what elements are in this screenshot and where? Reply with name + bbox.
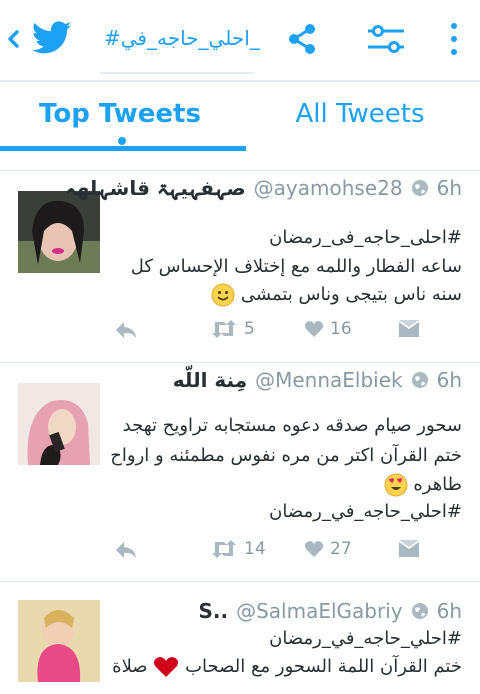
globe-icon <box>411 180 428 196</box>
heart-icon <box>304 541 324 557</box>
heart-icon <box>304 321 324 337</box>
search-query: #احلي_حاجه_في_ <box>104 26 260 50</box>
twitter-bird-icon[interactable] <box>32 20 72 56</box>
tweet-card[interactable]: صہفہيہۃ قاشہلهہ @ayamohse28 6h #احلى_حاج… <box>0 170 480 363</box>
heart-eyes-face-emoji <box>384 473 408 497</box>
retweet-count: 14 <box>244 539 266 559</box>
like-button[interactable]: 16 <box>304 319 352 339</box>
avatar[interactable] <box>18 600 100 682</box>
tweet-hashtag-line[interactable]: #احلي_حاجه_في_رمضان <box>269 501 462 522</box>
like-button[interactable]: 27 <box>304 539 352 559</box>
like-count: 16 <box>330 319 352 339</box>
tweet-timestamp: 6h <box>436 599 462 623</box>
display-name[interactable]: S.. <box>198 599 228 623</box>
user-handle[interactable]: @MennaElbiek <box>255 368 403 392</box>
reply-icon[interactable] <box>114 319 138 341</box>
direct-message-icon[interactable] <box>398 319 420 339</box>
search-field[interactable]: #احلي_حاجه_في_ <box>100 22 260 74</box>
retweet-button[interactable]: 5 <box>210 319 255 339</box>
tweet-timestamp: 6h <box>436 176 462 200</box>
tab-all-tweets[interactable]: All Tweets <box>240 82 480 148</box>
retweet-count: 5 <box>244 319 255 339</box>
filter-sliders-icon[interactable] <box>366 22 406 56</box>
tweet-text-fragment: طاهره <box>413 474 462 495</box>
tweet-text-line: #احلى_حاجه_فى_رمضان <box>269 227 462 248</box>
avatar[interactable] <box>18 383 100 465</box>
user-handle[interactable]: @ayamohse28 <box>254 176 403 200</box>
top-app-bar: #احلي_حاجه_في_ <box>0 0 480 80</box>
tweet-text-fragment: سنه ناس بتيجى وناس بتمشى <box>240 284 462 305</box>
tweet-text-line: طاهره <box>384 473 462 497</box>
display-name[interactable]: صہفہيہۃ قاشہلهہ <box>65 176 246 200</box>
slightly-smiling-face-emoji <box>211 283 235 307</box>
tweet-header: S.. @SalmaElGabriy 6h <box>198 594 462 628</box>
red-heart-emoji <box>154 657 179 677</box>
tweet-hashtag-line[interactable]: #احلي_حاجه_في_رمضان <box>269 628 462 649</box>
reply-icon[interactable] <box>114 539 138 561</box>
tweet-timestamp: 6h <box>436 368 462 392</box>
tweet-card[interactable]: مِنة اللّه @MennaElbiek 6h سحور صيام صدق… <box>0 362 480 581</box>
tweet-header: صہفہيہۃ قاشہلهہ @ayamohse28 6h <box>65 171 462 205</box>
tweet-text-line: ساعه الفطار واللمه مع إختلاف الإحساس كل <box>130 256 462 277</box>
tweet-text-line: ختم القرآن اكتر من مره نفوس مطمئنه و ارو… <box>110 445 462 466</box>
retweet-icon <box>212 540 236 558</box>
globe-icon <box>411 603 428 619</box>
tweet-text-fragment: ختم القرآن اللمة السحور مع الصحاب <box>185 656 462 677</box>
share-icon[interactable] <box>286 22 318 56</box>
tweet-actions: 14 27 <box>0 539 480 569</box>
chevron-left-icon[interactable] <box>4 24 22 54</box>
direct-message-icon[interactable] <box>398 539 420 559</box>
tweet-text-fragment: صلاة <box>112 656 148 677</box>
tweet-text-line: ختم القرآن اللمة السحور مع الصحاب صلاة <box>112 656 462 678</box>
retweet-icon <box>212 320 236 338</box>
selected-tab-indicator-dot <box>118 137 126 145</box>
more-vertical-icon[interactable] <box>444 20 464 60</box>
tweet-header: مِنة اللّه @MennaElbiek 6h <box>173 363 462 397</box>
tweet-text-line: سحور صيام صدقه دعوه مستجابه تراويح تهجد <box>122 415 462 436</box>
tweet-actions: 5 16 <box>0 319 480 349</box>
retweet-button[interactable]: 14 <box>210 539 266 559</box>
tweet-text-line: سنه ناس بتيجى وناس بتمشى <box>211 283 462 307</box>
globe-icon <box>411 372 428 388</box>
user-handle[interactable]: @SalmaElGabriy <box>236 599 403 623</box>
display-name[interactable]: مِنة اللّه <box>173 368 247 392</box>
selected-tab-underline <box>0 146 246 151</box>
like-count: 27 <box>330 539 352 559</box>
tweet-card[interactable]: S.. @SalmaElGabriy 6h #احلي_حاجه_في_رمضا… <box>0 581 480 694</box>
timeline-tabs: Top Tweets All Tweets <box>0 80 480 156</box>
